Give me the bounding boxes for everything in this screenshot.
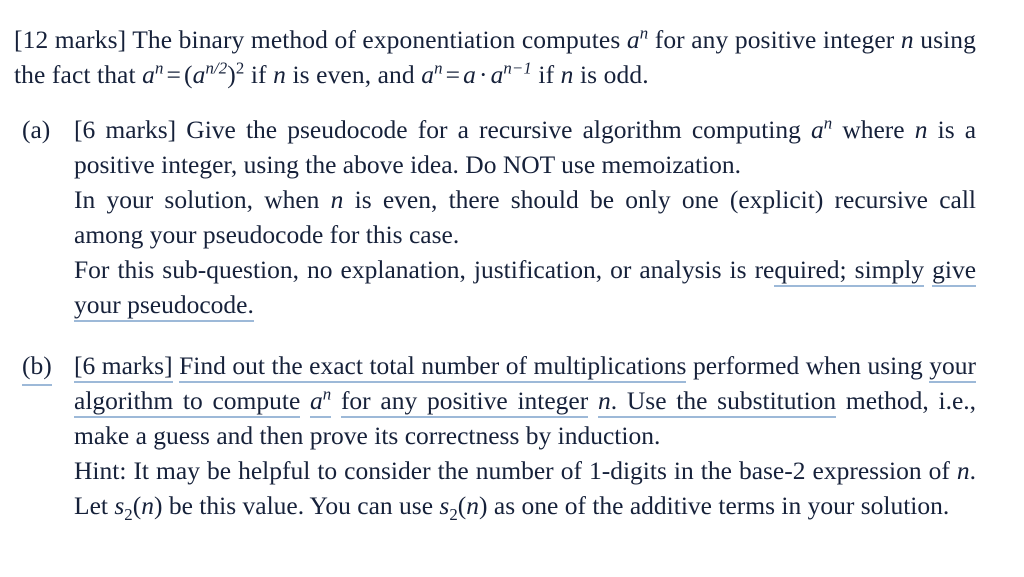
stem-math-n-3: n xyxy=(560,60,574,89)
part-a-block-1: [6 marks] Give the pseudocode for a recu… xyxy=(74,112,976,182)
part-a-b3-text-1: For this sub-question, no explanation, j… xyxy=(74,255,775,284)
hint-math-s2-second: s2(n) xyxy=(439,491,488,525)
part-b-highlight-3: for any positive integer xyxy=(340,386,589,418)
part-a-b2-text-1: In your solution, when xyxy=(74,185,320,214)
stem-marks: [12 marks] xyxy=(14,25,127,54)
stem-text-1: The binary method of exponentiation comp… xyxy=(132,25,621,54)
part-b-math-n: n xyxy=(598,386,611,418)
part-a-math-a-pow-n: an xyxy=(811,113,833,144)
part-a-math-n: n xyxy=(914,115,928,144)
question-stem: [12 marks] The binary method of exponent… xyxy=(8,22,976,92)
part-b-highlight-1: Find out the exact total number of multi… xyxy=(179,351,687,383)
document-page: [12 marks] The binary method of exponent… xyxy=(0,0,1024,577)
part-b-block-1: [6 marks] Find out the exact total numbe… xyxy=(74,348,976,453)
part-b-math-a-pow-n: an xyxy=(310,386,332,418)
stem-text-7: is odd. xyxy=(580,60,649,89)
stem-text-6: if xyxy=(538,60,555,89)
question-part-b: (b) [6 marks] Find out the exact total n… xyxy=(8,348,976,523)
question-part-a: (a) [6 marks] Give the pseudocode for a … xyxy=(8,112,976,322)
part-a-label: (a) xyxy=(22,115,51,144)
stem-math-a-pow-n: an xyxy=(626,23,649,54)
stem-math-n-2: n xyxy=(273,60,286,89)
part-b-body: [6 marks] Find out the exact total numbe… xyxy=(74,348,976,523)
part-a-body: [6 marks] Give the pseudocode for a recu… xyxy=(74,112,976,322)
part-a-marks: [6 marks] xyxy=(74,115,177,144)
hint-text-1: Hint: It may be helpful to consider the … xyxy=(74,456,950,485)
part-b-marks: [6 marks] xyxy=(74,351,173,383)
part-b-block-2-hint: Hint: It may be helpful to consider the … xyxy=(74,453,976,523)
part-b-highlight-4: . Use the substitution xyxy=(610,386,837,418)
part-b-text-1: performed when using xyxy=(693,351,923,380)
part-a-block-2: In your solution, when n is even, there … xyxy=(74,182,976,252)
part-a-b2-math-n: n xyxy=(330,185,344,214)
part-b-label: (b) xyxy=(22,348,52,386)
part-a-b3-highlight-1: quired; simply xyxy=(774,255,925,287)
stem-text-5: is even, and xyxy=(292,60,415,89)
stem-math-n-1: n xyxy=(900,25,914,54)
hint-math-n: n xyxy=(956,456,970,485)
part-a-block-3: For this sub-question, no explanation, j… xyxy=(74,252,977,322)
stem-equation-odd: an = a · an−1 xyxy=(421,58,532,89)
stem-text-2: for any positive integer xyxy=(654,25,895,54)
hint-math-s2-first: s2(n) xyxy=(114,491,163,525)
stem-equation-even: an = (an/2)2 xyxy=(142,58,245,89)
stem-text-4: if xyxy=(250,60,267,89)
hint-text-3: be this value. You can use xyxy=(168,491,434,520)
hint-text-4: as one of the additive terms in your sol… xyxy=(493,491,950,520)
part-a-text-2: where xyxy=(842,115,905,144)
part-a-text-1: Give the pseudocode for a recursive algo… xyxy=(186,115,801,144)
